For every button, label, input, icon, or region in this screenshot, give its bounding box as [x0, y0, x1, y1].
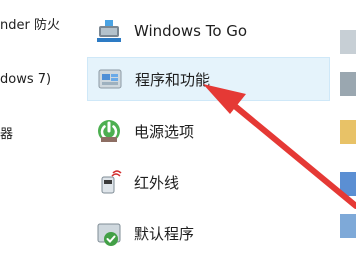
left-item-device[interactable]: 器: [0, 123, 13, 142]
right-column-icon: [340, 72, 356, 96]
left-item-firewall[interactable]: nder 防火: [0, 14, 60, 33]
infrared-icon: [101, 170, 122, 194]
left-item-label: 器: [0, 127, 14, 142]
cp-item-label: 默认程序: [134, 224, 195, 243]
cp-item-power-options[interactable]: 电源选项: [87, 109, 330, 153]
usb-drive-icon: [97, 20, 121, 42]
power-options-icon: [98, 120, 120, 142]
cp-item-label: 红外线: [134, 173, 180, 192]
cp-item-label: 程序和功能: [135, 70, 211, 89]
cp-item-label: Windows To Go: [134, 22, 248, 40]
right-column-icon: [340, 214, 356, 238]
right-column-icon: [340, 30, 356, 54]
right-column-icon: [340, 120, 356, 144]
cp-item-windows-to-go[interactable]: Windows To Go: [87, 9, 330, 53]
cp-item-label: 电源选项: [134, 122, 195, 141]
left-item-label: nder 防火: [0, 18, 60, 33]
cp-item-default-programs[interactable]: 默认程序: [87, 211, 330, 255]
cp-item-infrared[interactable]: 红外线: [87, 160, 330, 204]
programs-features-icon: [98, 69, 122, 89]
cp-item-programs-features[interactable]: 程序和功能: [87, 57, 330, 101]
left-item-label: dows 7): [0, 72, 52, 87]
default-programs-icon: [97, 223, 121, 246]
right-column-icon: [340, 172, 356, 196]
left-item-windows7[interactable]: dows 7): [0, 72, 51, 87]
